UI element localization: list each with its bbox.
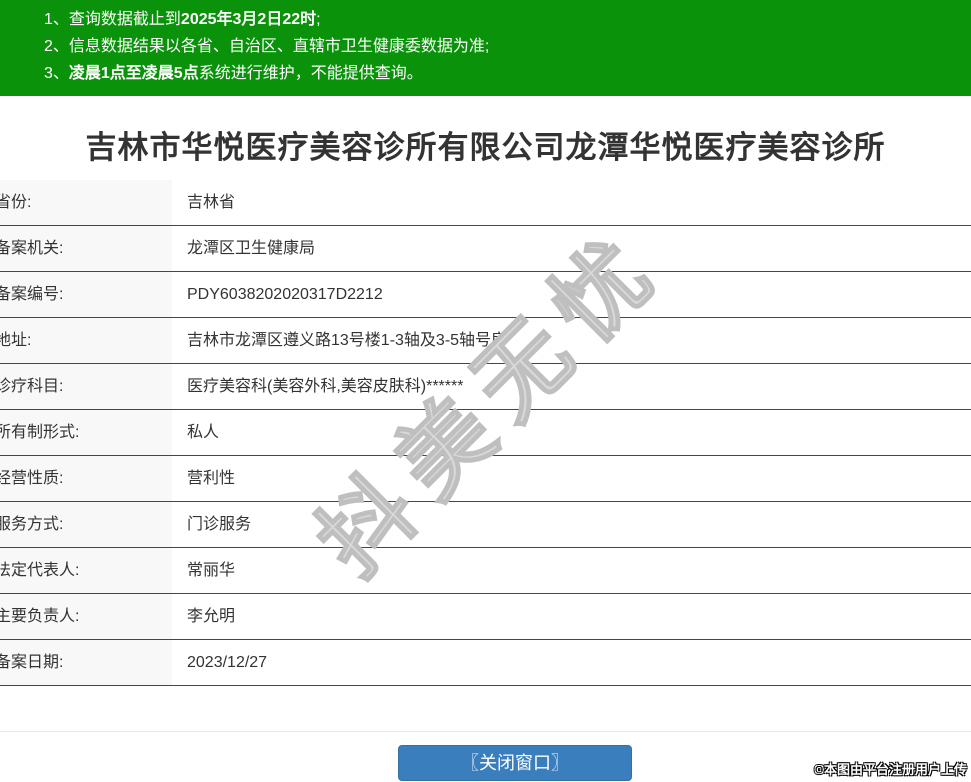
close-window-button[interactable]: 〖关闭窗口〗 [398, 745, 632, 781]
table-row-service-mode: 服务方式: 门诊服务 [0, 502, 971, 548]
row-label: 经营性质: [0, 456, 172, 501]
row-value: 营利性 [187, 470, 236, 487]
notice-bold-text: 凌晨1点至凌晨5点 [68, 65, 199, 82]
row-label: 诊疗科目: [0, 364, 172, 409]
notice-text: ; [316, 11, 321, 28]
notice-banner: 1、查询数据截止到2025年3月2日22时; 2、信息数据结果以各省、自治区、直… [0, 0, 971, 96]
row-value: 门诊服务 [187, 516, 252, 533]
table-row-province: 省份: 吉林省 [0, 180, 971, 226]
notice-bold-text: 2025年3月2日22时 [180, 11, 317, 28]
row-value: 常丽华 [187, 562, 236, 579]
table-row-operation-nature: 经营性质: 营利性 [0, 456, 971, 502]
row-label: 备案机关: [0, 226, 172, 271]
table-row-treatment-subjects: 诊疗科目: 医疗美容科(美容外科,美容皮肤科)****** [0, 364, 971, 410]
row-value: 吉林市龙潭区遵义路13号楼1-3轴及3-5轴号房 [187, 332, 508, 349]
table-row-ownership-form: 所有制形式: 私人 [0, 410, 971, 456]
table-row-address: 地址: 吉林市龙潭区遵义路13号楼1-3轴及3-5轴号房 [0, 318, 971, 364]
row-label: 备案编号: [0, 272, 172, 317]
notice-text: 信息数据结果以各省、自治区、直辖市卫生健康委数据为准; [68, 38, 490, 55]
table-row-filing-date: 备案日期: 2023/12/27 [0, 640, 971, 686]
table-row-main-responsible-person: 主要负责人: 李允明 [0, 594, 971, 640]
row-value: 医疗美容科(美容外科,美容皮肤科)****** [187, 378, 464, 395]
notice-line-2: 2、信息数据结果以各省、自治区、直辖市卫生健康委数据为准; [44, 33, 971, 60]
row-label: 省份: [0, 180, 172, 225]
row-value: 李允明 [187, 608, 236, 625]
table-row-filing-authority: 备案机关: 龙潭区卫生健康局 [0, 226, 971, 272]
notice-number: 1、 [44, 11, 69, 28]
notice-text: 系统进行维护，不能提供查询。 [198, 65, 423, 82]
row-value: 2023/12/27 [187, 654, 268, 671]
notice-number: 2、 [44, 38, 69, 55]
table-row-filing-number: 备案编号: PDY6038202020317D2212 [0, 272, 971, 318]
notice-number: 3、 [44, 65, 69, 82]
row-value: 吉林省 [187, 194, 236, 211]
row-label: 主要负责人: [0, 594, 172, 639]
row-label: 法定代表人: [0, 548, 172, 593]
record-table: 省份: 吉林省 备案机关: 龙潭区卫生健康局 备案编号: PDY60382020… [0, 180, 971, 686]
table-row-legal-representative: 法定代表人: 常丽华 [0, 548, 971, 594]
row-value: 私人 [187, 424, 220, 441]
page-title: 吉林市华悦医疗美容诊所有限公司龙潭华悦医疗美容诊所 [85, 130, 886, 165]
row-value: 龙潭区卫生健康局 [187, 240, 316, 257]
notice-line-1: 1、查询数据截止到2025年3月2日22时; [44, 6, 971, 33]
row-label: 所有制形式: [0, 410, 172, 455]
notice-text: 查询数据截止到 [68, 11, 181, 28]
upload-credit-text: ©本图由平台注册用户上传 [814, 762, 967, 777]
query-result-page: 1、查询数据截止到2025年3月2日22时; 2、信息数据结果以各省、自治区、直… [0, 0, 971, 782]
row-label: 备案日期: [0, 640, 172, 685]
notice-line-3: 3、凌晨1点至凌晨5点系统进行维护，不能提供查询。 [44, 60, 971, 87]
row-label: 地址: [0, 318, 172, 363]
footer-divider [0, 731, 971, 732]
row-label: 服务方式: [0, 502, 172, 547]
row-value: PDY6038202020317D2212 [187, 286, 383, 303]
